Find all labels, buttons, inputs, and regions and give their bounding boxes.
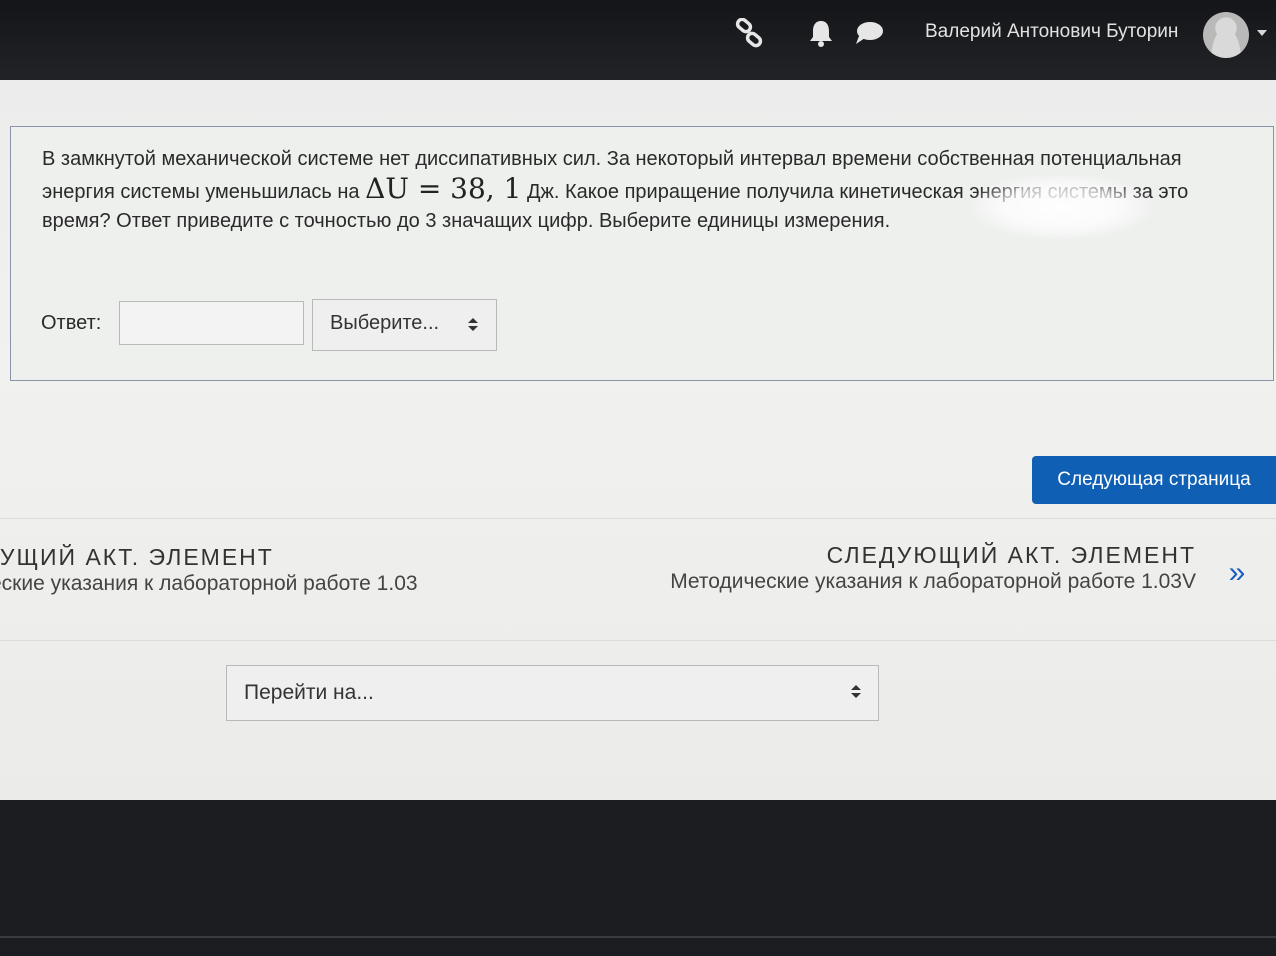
select-arrows-icon xyxy=(851,685,861,699)
prev-activity-heading: ДУЩИЙ АКТ. ЭЛЕМЕНТ xyxy=(0,544,274,570)
divider xyxy=(0,518,1276,519)
select-arrows-icon xyxy=(468,318,478,332)
chat-icon[interactable] xyxy=(852,16,886,50)
jump-to-select[interactable]: Перейти на... xyxy=(226,665,879,721)
unit-select[interactable]: Выберите... xyxy=(312,299,497,351)
unit-select-value: Выберите... xyxy=(330,312,440,334)
next-activity-heading: СЛЕДУЮЩИЙ АКТ. ЭЛЕМЕНТ xyxy=(826,542,1196,568)
user-name[interactable]: Валерий Антонович Буторин xyxy=(925,21,1178,43)
divider xyxy=(0,640,1276,641)
answer-input[interactable] xyxy=(119,301,304,345)
next-page-button[interactable]: Следующая страница xyxy=(1032,456,1276,504)
screen-glare xyxy=(971,175,1151,239)
bell-icon[interactable] xyxy=(804,16,838,50)
user-menu-caret-icon[interactable] xyxy=(1257,30,1267,36)
question-formula: ΔU = 38, 1 xyxy=(365,172,522,205)
link-icon[interactable] xyxy=(732,16,766,50)
jump-to-value: Перейти на... xyxy=(244,681,374,704)
chevron-right-double-icon[interactable]: » xyxy=(1212,556,1262,592)
main-content: В замкнутой механической системе нет дис… xyxy=(0,80,1276,800)
question-card: В замкнутой механической системе нет дис… xyxy=(10,126,1274,381)
top-navbar: Валерий Антонович Буторин xyxy=(0,0,1276,80)
bezel-edge xyxy=(0,936,1276,938)
answer-label: Ответ: xyxy=(41,312,102,334)
prev-activity-link[interactable]: еские указания к лабораторной работе 1.0… xyxy=(0,572,418,596)
next-activity-link[interactable]: Методические указания к лабораторной раб… xyxy=(670,570,1196,594)
avatar[interactable] xyxy=(1203,12,1249,58)
